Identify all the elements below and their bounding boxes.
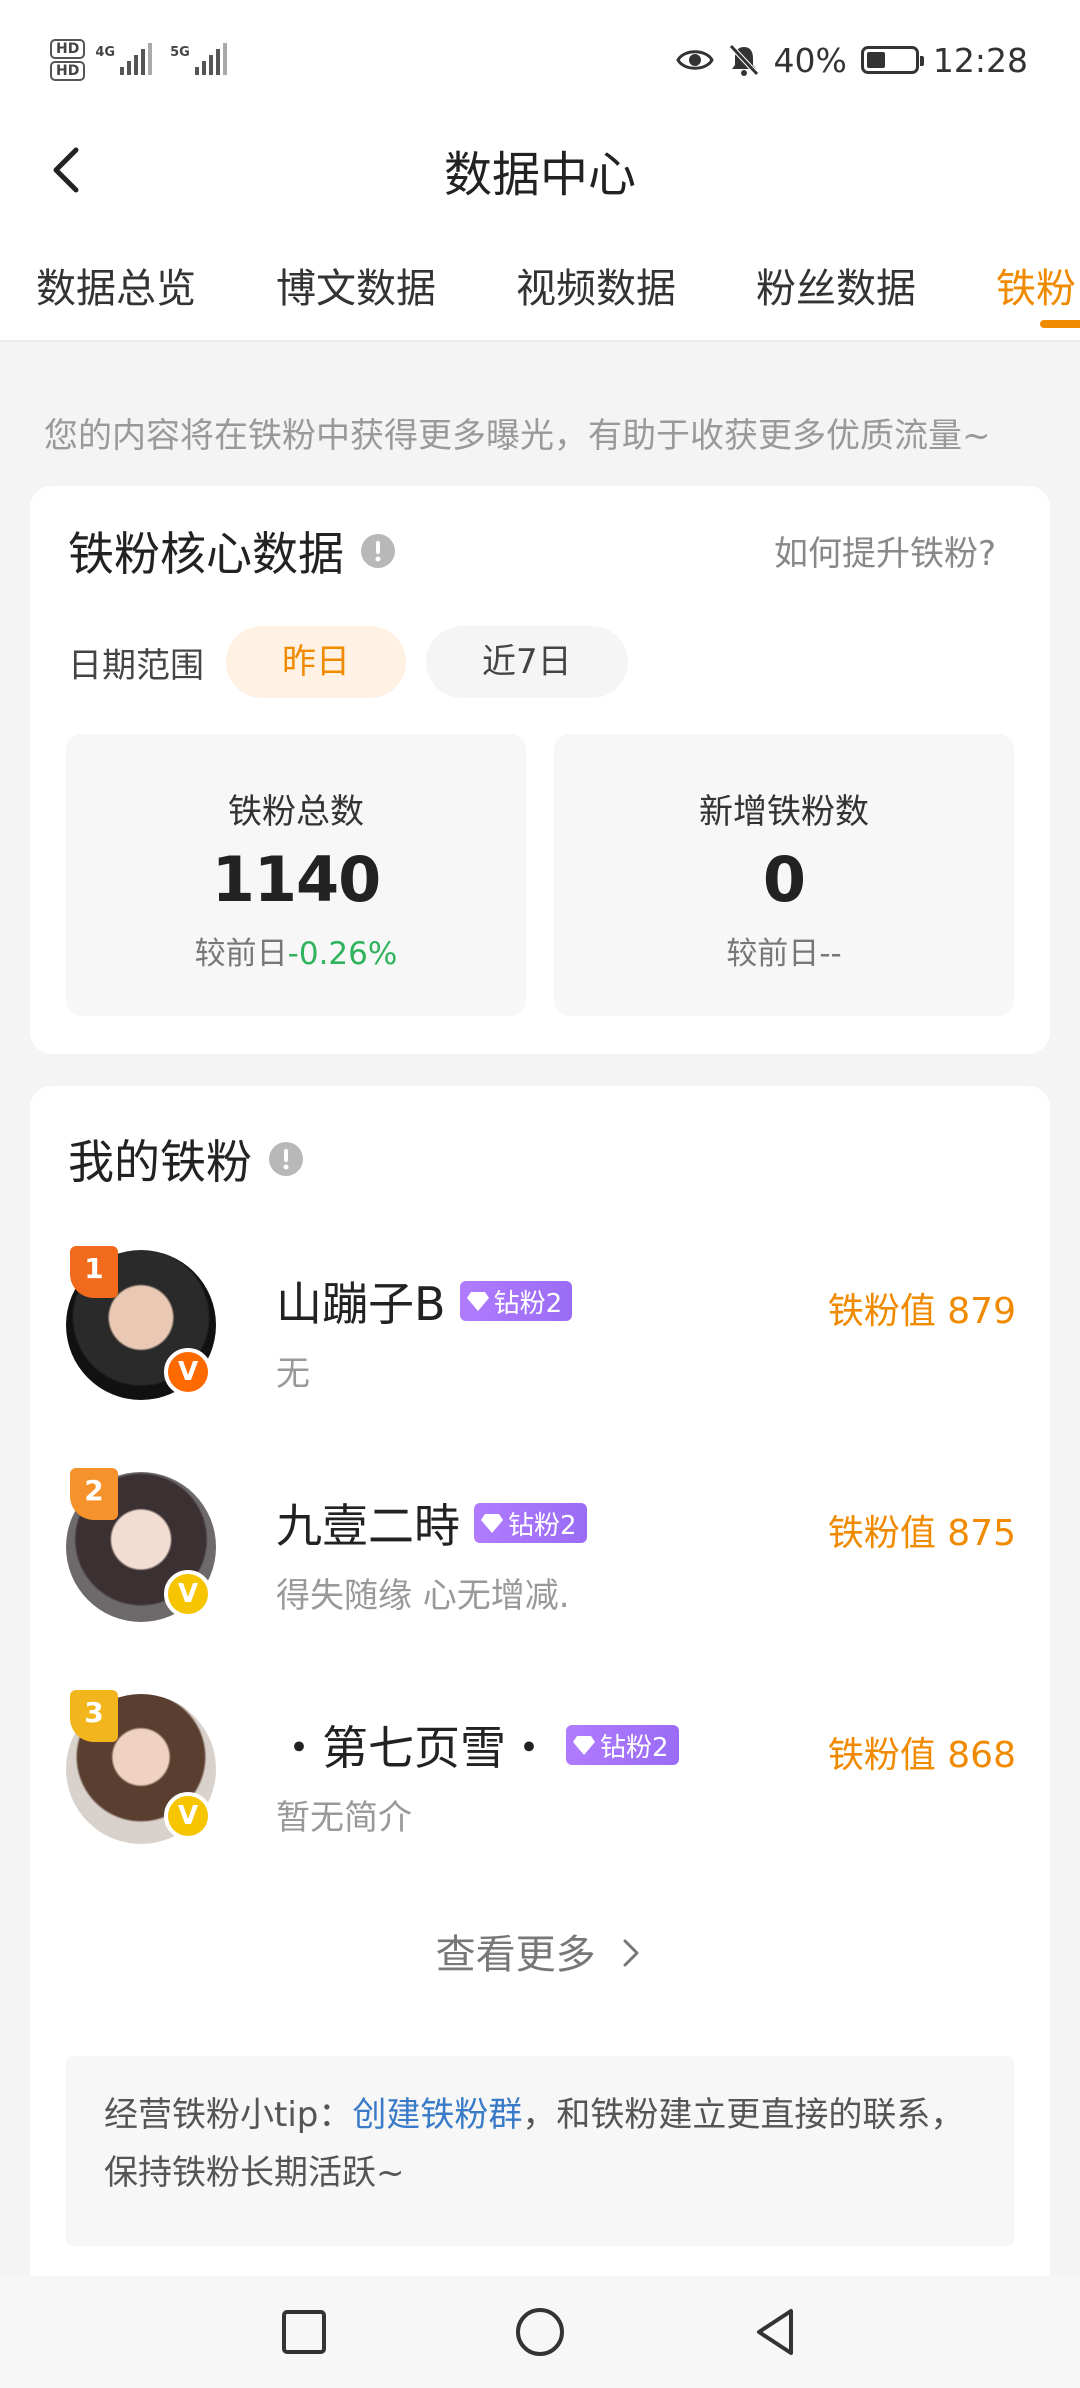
signal-4g: 4G — [95, 43, 160, 75]
date-yesterday-pill[interactable]: 昨日 — [226, 626, 406, 698]
fan-name: 山蹦子B — [276, 1277, 446, 1331]
tier-label: 钻粉2 — [600, 1732, 669, 1763]
score-prefix: 铁粉值 — [827, 1735, 936, 1776]
tab-videos[interactable]: 视频数据 — [516, 256, 676, 314]
hd-bottom: HD — [50, 61, 86, 81]
diamond-icon — [466, 1292, 489, 1311]
score-prefix: 铁粉值 — [827, 1513, 936, 1554]
fan-name: ・第七页雪・ — [276, 1721, 552, 1775]
stat-compare-prefix: 较前日 — [194, 936, 288, 972]
verified-badge-icon: V — [164, 1570, 212, 1618]
create-fan-group-link[interactable]: 创建铁粉群 — [352, 2095, 522, 2135]
clock: 12:28 — [932, 40, 1028, 80]
hd-indicator: HD HD — [50, 39, 86, 81]
status-bar: HD HD 4G 5G 40% 12:28 — [0, 0, 1080, 120]
signal-bars-icon — [120, 43, 153, 75]
eye-icon — [675, 50, 714, 70]
fan-list-item[interactable]: 1 V 山蹦子B 钻粉2 无 铁粉值 879 — [66, 1246, 1016, 1410]
verified-badge-icon: V — [164, 1792, 212, 1840]
tab-fans[interactable]: 粉丝数据 — [756, 256, 916, 314]
stat-compare: 较前日-0.26% — [66, 928, 526, 973]
date-range-row: 日期范围 昨日 近7日 — [68, 626, 648, 698]
tab-iron-fans[interactable]: 铁粉 — [996, 256, 1076, 314]
tier-label: 钻粉2 — [493, 1288, 563, 1319]
info-icon[interactable] — [360, 533, 396, 569]
rank-badge: 1 — [70, 1246, 118, 1298]
date-7days-pill[interactable]: 近7日 — [426, 626, 628, 698]
tab-posts[interactable]: 博文数据 — [276, 256, 436, 314]
mute-bell-icon — [728, 44, 759, 76]
my-iron-fans-card: 我的铁粉 1 V 山蹦子B 钻粉2 无 铁粉值 879 2 V 九壹二時 钻粉2… — [30, 1086, 1050, 2388]
hint-text: 您的内容将在铁粉中获得更多曝光，有助于收获更多优质流量~ — [44, 416, 991, 456]
fan-name: 九壹二時 — [276, 1499, 460, 1553]
score-value: 868 — [947, 1735, 1016, 1776]
info-icon[interactable] — [268, 1141, 304, 1177]
how-to-improve-link[interactable]: 如何提升铁粉? — [774, 526, 996, 575]
fan-score: 铁粉值 879 — [828, 1282, 1016, 1334]
signal-bars-icon — [194, 43, 227, 75]
verified-badge-icon: V — [164, 1348, 212, 1396]
tab-bar: 数据总览 博文数据 视频数据 粉丝数据 铁粉 — [0, 220, 1080, 342]
title-bar: 数据中心 — [0, 120, 1080, 220]
hd-top: HD — [50, 39, 86, 59]
fans-title-row: 我的铁粉 — [68, 1126, 304, 1192]
fan-bio: 无 — [276, 1354, 310, 1394]
stat-label: 新增铁粉数 — [699, 792, 869, 832]
diamond-icon — [573, 1736, 595, 1755]
fans-title: 我的铁粉 — [68, 1135, 252, 1189]
fan-bio: 暂无简介 — [276, 1798, 412, 1838]
system-nav-bar — [0, 2276, 1080, 2388]
fan-bio: 得失随缘 心无增减. — [276, 1576, 570, 1616]
signal-5g: 5G — [170, 43, 235, 75]
fan-name-line: 山蹦子B 钻粉2 — [276, 1268, 573, 1334]
core-title-row: 铁粉核心数据 — [68, 518, 396, 584]
rank-badge: 3 — [70, 1690, 118, 1742]
tier-badge: 钻粉2 — [566, 1725, 679, 1765]
fan-list-item[interactable]: 3 V ・第七页雪・ 钻粉2 暂无简介 铁粉值 868 — [66, 1690, 1016, 1854]
stat-label: 铁粉总数 — [228, 792, 364, 832]
net-5g-label: 5G — [170, 45, 190, 60]
stat-compare-value: -0.26% — [287, 936, 398, 972]
fan-list-item[interactable]: 2 V 九壹二時 钻粉2 得失随缘 心无增减. 铁粉值 875 — [66, 1468, 1016, 1632]
home-icon[interactable] — [513, 2305, 567, 2359]
core-title: 铁粉核心数据 — [68, 527, 344, 581]
chevron-right-icon — [623, 1939, 639, 1967]
battery-icon — [860, 46, 924, 74]
score-prefix: 铁粉值 — [827, 1291, 936, 1332]
net-4g-label: 4G — [95, 45, 116, 60]
status-right: 40% 12:28 — [675, 40, 1028, 80]
stat-value: 0 — [762, 843, 806, 916]
fan-name-line: ・第七页雪・ 钻粉2 — [276, 1712, 679, 1778]
date-range-label: 日期范围 — [68, 645, 204, 686]
fan-score: 铁粉值 875 — [828, 1504, 1016, 1556]
tip-box: 经营铁粉小tip：创建铁粉群，和铁粉建立更直接的联系，保持铁粉长期活跃~ — [66, 2056, 1014, 2246]
battery-percent: 40% — [773, 40, 847, 80]
stat-new-iron-fans: 新增铁粉数 0 较前日-- — [554, 734, 1014, 1016]
diamond-icon — [481, 1514, 503, 1533]
tip-prefix: 经营铁粉小tip： — [104, 2095, 353, 2135]
tab-overview[interactable]: 数据总览 — [36, 256, 196, 314]
see-more-button[interactable]: 查看更多 — [30, 1922, 1050, 1980]
fan-name-line: 九壹二時 钻粉2 — [276, 1490, 587, 1556]
active-tab-indicator — [1040, 320, 1080, 328]
see-more-label: 查看更多 — [435, 1932, 596, 1978]
score-value: 879 — [947, 1291, 1016, 1332]
tier-badge: 钻粉2 — [459, 1281, 573, 1321]
rank-badge: 2 — [70, 1468, 118, 1520]
recent-apps-icon[interactable] — [277, 2305, 331, 2359]
stat-total-iron-fans: 铁粉总数 1140 较前日-0.26% — [66, 734, 526, 1016]
fan-score: 铁粉值 868 — [828, 1726, 1016, 1778]
back-arrow-icon[interactable] — [40, 142, 96, 198]
stat-compare: 较前日-- — [554, 928, 1014, 973]
status-left: HD HD 4G 5G — [50, 39, 235, 81]
score-value: 875 — [947, 1513, 1016, 1554]
page-title: 数据中心 — [443, 147, 636, 203]
core-data-card: 铁粉核心数据 如何提升铁粉? 日期范围 昨日 近7日 铁粉总数 1140 较前日… — [30, 486, 1050, 1054]
stat-compare-value: -- — [819, 936, 842, 972]
tier-label: 钻粉2 — [508, 1510, 577, 1541]
back-triangle-icon[interactable] — [749, 2305, 803, 2359]
stat-compare-prefix: 较前日 — [726, 936, 820, 972]
tier-badge: 钻粉2 — [474, 1503, 587, 1543]
stat-value: 1140 — [211, 843, 382, 916]
